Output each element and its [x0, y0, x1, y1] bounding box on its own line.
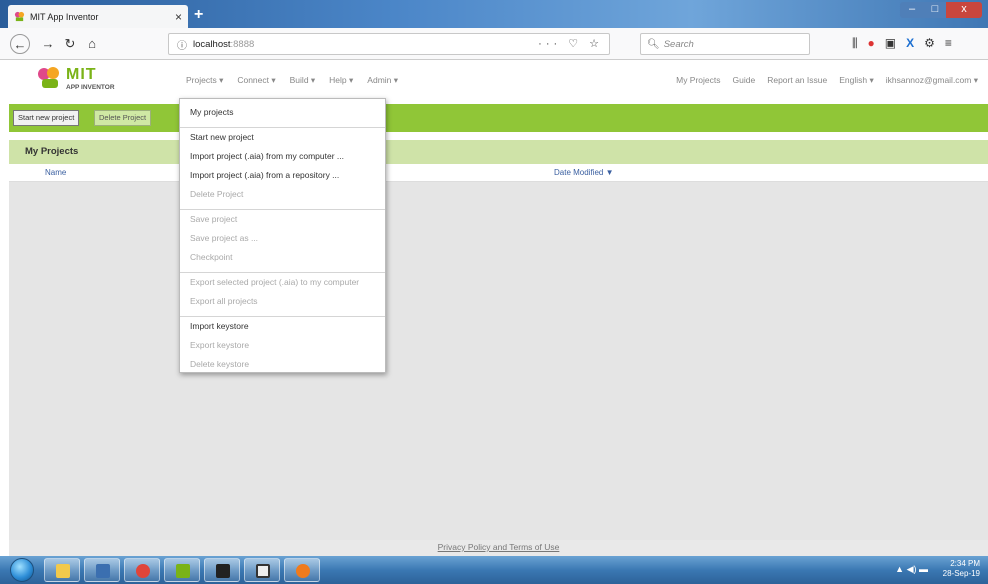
panel-icon	[256, 564, 270, 578]
taskbar-explorer-button[interactable]	[44, 558, 80, 582]
tab-close-icon[interactable]: ×	[175, 10, 182, 24]
delete-project-button[interactable]: Delete Project	[94, 110, 152, 126]
project-action-bar: Start new project Delete Project	[9, 104, 988, 132]
taskbar-chrome-button[interactable]	[124, 558, 160, 582]
start-new-project-button[interactable]: Start new project	[13, 110, 80, 126]
projects-dropdown-menu: My projects Start new project Import proje…	[179, 98, 386, 373]
taskbar-window-button[interactable]	[244, 558, 280, 582]
maximize-button[interactable]: □	[924, 2, 946, 18]
toolbar-extension-icons: ⫼ ● ▣ X ⚙ ≡	[852, 36, 952, 51]
taskbar-terminal-button[interactable]	[204, 558, 240, 582]
minimize-button[interactable]: –	[900, 2, 924, 18]
language-select[interactable]: English ▾	[839, 75, 874, 86]
projects-menu-item: Export selected project (.aia) to my com…	[190, 277, 360, 287]
system-clock[interactable]: 2:34 PM 28-Sep-19	[943, 559, 980, 579]
folder-icon	[56, 564, 70, 578]
account-menu[interactable]: ikhsannoz@gmail.com ▾	[886, 75, 978, 86]
extension-icon[interactable]: ⚙	[924, 36, 935, 51]
projects-menu-item: Save project as ...	[190, 233, 259, 243]
tab-title: MIT App Inventor	[30, 11, 99, 22]
menu-connect[interactable]: Connect ▾	[237, 75, 275, 86]
window-icon	[96, 564, 110, 578]
projects-menu-item[interactable]: My projects	[190, 107, 233, 117]
projects-panel-title: My Projects	[25, 146, 79, 157]
search-input[interactable]: 🔍︎ Search	[640, 33, 810, 55]
app-header: MIT APP INVENTOR Projects ▾ Connect ▾ Bu…	[0, 60, 988, 100]
browser-tab-strip: MIT App Inventor × + – □ x	[0, 0, 988, 28]
projects-list-area	[9, 182, 988, 540]
site-info-icon[interactable]: ⓘ	[177, 37, 187, 52]
column-name[interactable]: Name	[45, 168, 66, 177]
back-arrow-icon[interactable]: ←	[10, 34, 30, 54]
browser-tab[interactable]: MIT App Inventor ×	[8, 5, 188, 28]
search-placeholder: Search	[663, 38, 694, 50]
forward-arrow-icon[interactable]: →	[38, 34, 58, 54]
menu-projects[interactable]: Projects ▾	[186, 75, 223, 86]
projects-menu-item: Save project	[190, 214, 238, 224]
menu-separator	[180, 316, 385, 317]
projects-panel-header: My Projects	[9, 140, 988, 164]
app-inventor-logo[interactable]: MIT APP INVENTOR	[36, 66, 146, 94]
hamburger-menu-icon[interactable]: ≡	[945, 36, 952, 51]
windows-taskbar: ▲ ◀) ▬ 2:34 PM 28-Sep-19	[0, 556, 988, 584]
search-icon: 🔍︎	[647, 38, 660, 50]
clock-time: 2:34 PM	[950, 559, 980, 568]
close-window-button[interactable]: x	[946, 2, 982, 18]
right-menu: My Projects Guide Report an Issue Englis…	[676, 75, 978, 86]
firefox-icon	[296, 564, 310, 578]
sidebar-icon[interactable]: ▣	[885, 36, 896, 51]
projects-menu-item[interactable]: Start new project	[190, 132, 254, 142]
menu-build[interactable]: Build ▾	[290, 75, 316, 86]
taskbar-android-button[interactable]	[164, 558, 200, 582]
adblock-icon[interactable]: ●	[868, 36, 875, 51]
projects-menu-item: Export keystore	[190, 340, 250, 350]
page-footer: Privacy Policy and Terms of Use	[9, 540, 988, 556]
menu-admin[interactable]: Admin ▾	[367, 75, 398, 86]
android-icon	[176, 564, 190, 578]
new-tab-button[interactable]: +	[194, 6, 203, 24]
menu-separator	[180, 209, 385, 210]
menu-separator	[180, 127, 385, 128]
logo-title: MIT	[66, 66, 97, 83]
logo-subtitle: APP INVENTOR	[66, 84, 115, 91]
app-inventor-favicon-icon	[14, 11, 25, 22]
url-port: :8888	[230, 38, 255, 50]
home-icon[interactable]: ⌂	[82, 34, 102, 54]
browser-toolbar: ← → ↻ ⌂ ⓘ localhost:8888 ··· ♡ ☆ 🔍︎ Sear…	[0, 28, 988, 60]
clock-date: 28-Sep-19	[942, 569, 980, 578]
reload-icon[interactable]: ↻	[60, 34, 80, 54]
terminal-icon	[216, 564, 230, 578]
tray-icons[interactable]: ▲ ◀) ▬	[895, 564, 928, 575]
window-controls: – □ x	[900, 2, 982, 18]
extension-x-icon[interactable]: X	[906, 36, 914, 51]
link-my-projects[interactable]: My Projects	[676, 75, 720, 86]
projects-menu-item[interactable]: Import keystore	[190, 321, 249, 331]
projects-menu-item[interactable]: Import project (.aia) from my computer .…	[190, 151, 344, 161]
library-icon[interactable]: ⫼	[852, 36, 858, 51]
url-host: localhost	[193, 38, 231, 50]
start-button[interactable]	[10, 558, 34, 582]
projects-menu-item[interactable]: Import project (.aia) from a repository …	[190, 170, 339, 180]
menu-separator	[180, 272, 385, 273]
taskbar-app-button[interactable]	[84, 558, 120, 582]
address-bar[interactable]: ⓘ localhost:8888 ··· ♡ ☆	[168, 33, 610, 55]
projects-menu-item: Delete keystore	[190, 359, 250, 369]
link-report-issue[interactable]: Report an Issue	[767, 75, 827, 86]
projects-menu-item: Delete Project	[190, 189, 244, 199]
link-guide[interactable]: Guide	[733, 75, 756, 86]
privacy-policy-link[interactable]: Privacy Policy and Terms of Use	[438, 542, 560, 552]
menu-help[interactable]: Help ▾	[329, 75, 353, 86]
taskbar-firefox-button[interactable]	[284, 558, 320, 582]
projects-table-header: Name Date Modified ▼	[9, 164, 988, 182]
column-date-modified[interactable]: Date Modified ▼	[554, 168, 614, 177]
main-menu: Projects ▾ Connect ▾ Build ▾ Help ▾ Admi…	[186, 75, 398, 86]
chrome-icon	[136, 564, 150, 578]
logo-bee-icon	[38, 67, 59, 88]
page-actions-icons[interactable]: ··· ♡ ☆	[538, 37, 603, 50]
projects-menu-item: Export all projects	[190, 296, 258, 306]
projects-menu-item: Checkpoint	[190, 252, 233, 262]
